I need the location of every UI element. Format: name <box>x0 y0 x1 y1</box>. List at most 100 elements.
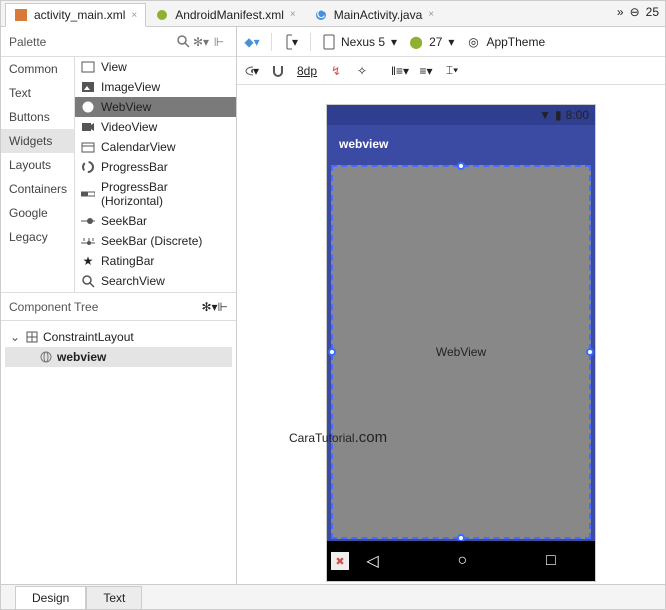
svg-text:C: C <box>316 9 325 21</box>
star-icon: ★ <box>81 254 95 268</box>
cat-buttons[interactable]: Buttons <box>1 105 74 129</box>
java-icon: C <box>314 8 328 22</box>
calendar-icon <box>81 140 95 154</box>
palette-title: Palette <box>9 35 174 49</box>
close-icon[interactable]: × <box>131 10 137 21</box>
guide-icon[interactable]: ⌶▾ <box>445 64 459 78</box>
component-label: WebView <box>436 345 486 359</box>
eye-icon[interactable]: ▾ <box>245 64 259 78</box>
wand-icon[interactable]: ✧ <box>355 64 369 78</box>
tab-text[interactable]: Text <box>86 586 142 609</box>
clear-icon[interactable]: ↯ <box>329 64 343 78</box>
item-textureview[interactable]: TextureView <box>75 291 236 292</box>
video-icon <box>81 120 95 134</box>
close-icon[interactable]: × <box>428 9 434 20</box>
layers-icon[interactable]: ◆▾ <box>245 35 259 49</box>
progress-icon <box>81 160 95 174</box>
tree-title: Component Tree <box>9 300 201 314</box>
device-preview[interactable]: ▼ ▮ 8:00 webview WebView <box>327 105 595 581</box>
api-selector[interactable]: ⬤ 27▾ <box>409 35 454 49</box>
palette-categories: Common Text Buttons Widgets Layouts Cont… <box>1 57 75 292</box>
resize-handle[interactable] <box>586 348 594 356</box>
cat-containers[interactable]: Containers <box>1 177 74 201</box>
item-videoview[interactable]: VideoView <box>75 117 236 137</box>
back-icon[interactable]: ◁ <box>366 551 378 571</box>
tree-root[interactable]: ⌄ ConstraintLayout <box>5 327 232 347</box>
palette-header: Palette ✻▾ ⊩ <box>1 27 236 57</box>
more-icon[interactable]: » <box>617 5 624 19</box>
tree-child[interactable]: webview <box>5 347 232 367</box>
pack-icon[interactable]: ≡▾ <box>419 64 433 78</box>
zoom-out-icon[interactable]: ⊖ <box>630 5 640 19</box>
cat-common[interactable]: Common <box>1 57 74 81</box>
battery-icon: ▮ <box>555 108 562 122</box>
cat-legacy[interactable]: Legacy <box>1 225 74 249</box>
tree-header: Component Tree ✻▾ ⊩ <box>1 293 236 321</box>
design-panel: ◆▾ ▾ Nexus 5▾ ⬤ 27▾ ◎ AppTheme » ⊖ 25 <box>237 27 665 585</box>
app-bar: webview <box>327 125 595 163</box>
chevron-down-icon[interactable]: ⌄ <box>9 330 21 344</box>
tree-child-label: webview <box>57 350 106 364</box>
design-toolbar: ◆▾ ▾ Nexus 5▾ ⬤ 27▾ ◎ AppTheme » ⊖ 25 <box>237 27 665 57</box>
magnet-icon[interactable] <box>271 64 285 78</box>
layout-icon <box>25 330 39 344</box>
orientation-icon[interactable]: ▾ <box>284 35 298 49</box>
nav-bar: ✖ ◁ ○ □ <box>327 541 595 581</box>
close-icon[interactable]: × <box>290 9 296 20</box>
android-icon: ⬤ <box>409 35 423 49</box>
cat-widgets[interactable]: Widgets <box>1 129 74 153</box>
collapse-icon[interactable]: ⊩ <box>218 300 228 314</box>
theme-icon: ◎ <box>466 35 480 49</box>
resize-handle[interactable] <box>457 162 465 170</box>
xml-icon <box>14 8 28 22</box>
status-time: 8:00 <box>566 108 589 122</box>
item-seekbar-d[interactable]: SeekBar (Discrete) <box>75 231 236 251</box>
webview-component[interactable]: WebView <box>331 165 591 539</box>
item-ratingbar[interactable]: ★RatingBar <box>75 251 236 271</box>
collapse-icon[interactable]: ⊩ <box>210 33 228 51</box>
item-view[interactable]: View <box>75 57 236 77</box>
item-seekbar[interactable]: SeekBar <box>75 211 236 231</box>
gear-icon[interactable]: ✻▾ <box>192 33 210 51</box>
editor-tabs: activity_main.xml × AndroidManifest.xml … <box>1 1 665 27</box>
component-tree: ⌄ ConstraintLayout webview <box>1 321 236 373</box>
item-searchview[interactable]: SearchView <box>75 271 236 291</box>
align-icon[interactable]: ‖≡▾ <box>393 64 407 78</box>
cat-layouts[interactable]: Layouts <box>1 153 74 177</box>
tab-activity-main[interactable]: activity_main.xml × <box>5 3 146 27</box>
tab-mainactivity[interactable]: C MainActivity.java × <box>305 2 443 26</box>
content-area: WebView <box>327 163 595 541</box>
tab-manifest[interactable]: AndroidManifest.xml × <box>146 2 305 26</box>
progress-h-icon <box>81 187 95 201</box>
cat-google[interactable]: Google <box>1 201 74 225</box>
tab-design[interactable]: Design <box>15 586 86 609</box>
item-webview[interactable]: WebView <box>75 97 236 117</box>
cat-text[interactable]: Text <box>1 81 74 105</box>
view-icon <box>81 60 95 74</box>
seekbar-icon <box>81 214 95 228</box>
search-icon <box>81 274 95 288</box>
design-canvas[interactable]: ▼ ▮ 8:00 webview WebView <box>237 85 665 585</box>
resize-handle[interactable] <box>328 348 336 356</box>
spacing-value[interactable]: 8dp <box>297 64 317 78</box>
palette-items: View ImageView WebView VideoView Calenda… <box>75 57 236 292</box>
design-toolbar-2: ▾ 8dp ↯ ✧ ‖≡▾ ≡▾ ⌶▾ <box>237 57 665 85</box>
item-progressbar[interactable]: ProgressBar <box>75 157 236 177</box>
web-icon <box>81 100 95 114</box>
search-icon[interactable] <box>174 33 192 51</box>
web-icon <box>39 350 53 364</box>
app-title: webview <box>339 137 388 151</box>
seekbar-d-icon <box>81 234 95 248</box>
phone-icon <box>323 34 335 50</box>
item-progressbar-h[interactable]: ProgressBar (Horizontal) <box>75 177 236 211</box>
item-calendarview[interactable]: CalendarView <box>75 137 236 157</box>
item-imageview[interactable]: ImageView <box>75 77 236 97</box>
theme-selector[interactable]: ◎ AppTheme <box>466 35 545 49</box>
bottom-tabs: Design Text <box>1 584 665 609</box>
left-panel: Palette ✻▾ ⊩ Common Text Buttons Widgets… <box>1 27 237 585</box>
gear-icon[interactable]: ✻▾ <box>201 300 217 314</box>
tab-label: MainActivity.java <box>334 8 422 22</box>
recent-icon[interactable]: □ <box>546 552 556 570</box>
device-selector[interactable]: Nexus 5▾ <box>323 34 397 50</box>
home-icon[interactable]: ○ <box>457 552 467 570</box>
